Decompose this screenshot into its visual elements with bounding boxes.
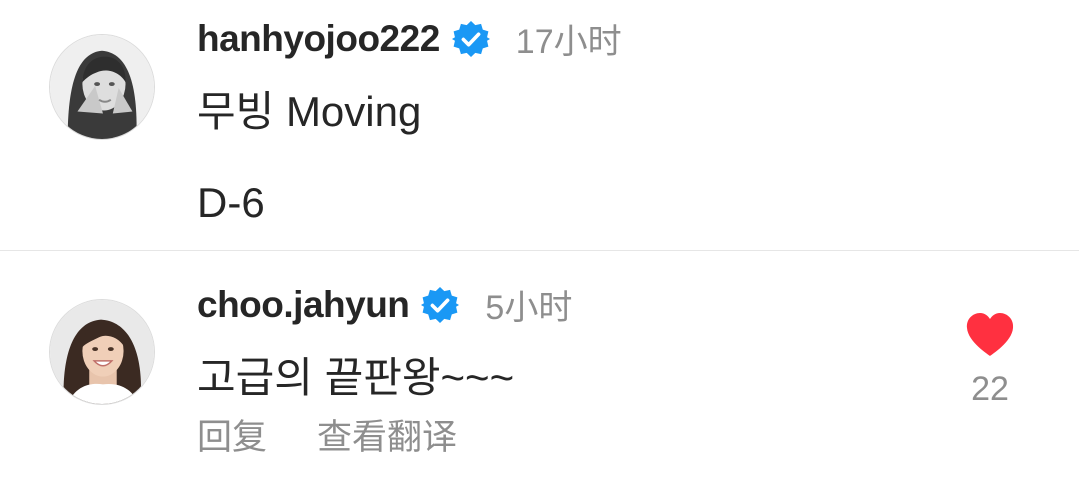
reply-button[interactable]: 回复 [197,409,267,460]
commenter-avatar[interactable] [49,299,155,405]
caption-timestamp: 17小时 [515,23,622,61]
like-count: 22 [971,370,1009,408]
comment-header: choo.jahyun 5小时 [197,280,572,329]
caption-author-avatar[interactable] [49,34,155,140]
verified-badge-icon [421,286,460,324]
caption-header: hanhyojoo222 17小时 [197,14,622,63]
verified-badge-icon [451,20,490,58]
commenter-username[interactable]: choo.jahyun [197,284,410,326]
caption-username[interactable]: hanhyojoo222 [197,18,440,60]
caption-section: hanhyojoo222 17小时 무빙 Moving D-6 [0,0,1079,251]
see-translation-button[interactable]: 查看翻译 [317,409,457,460]
comment-timestamp: 5小时 [485,289,573,327]
caption-text-line-2: D-6 [197,179,265,226]
comment-item: choo.jahyun 5小时 고급의 끝판왕~~~ 回复 查看翻译 [0,251,1079,482]
caption-text-line-1: 무빙 Moving [197,88,422,135]
comment-actions: 回复 查看翻译 [197,409,457,460]
like-control: 22 [962,312,1018,409]
comment-text: 고급의 끝판왕~~~ [197,354,515,401]
heart-filled-icon[interactable] [965,312,1015,358]
